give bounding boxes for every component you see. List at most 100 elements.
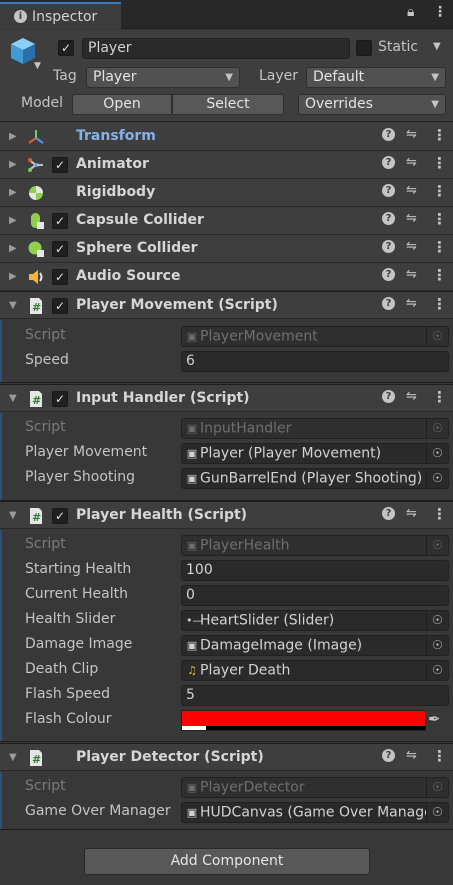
object-picker-icon[interactable]: ☉ — [426, 469, 448, 488]
foldout-collapsed-icon[interactable]: ▶ — [9, 159, 17, 170]
help-icon[interactable]: ? — [382, 240, 395, 253]
overrides-dropdown[interactable]: Overrides ▼ — [298, 94, 446, 115]
help-icon[interactable]: ? — [382, 297, 395, 310]
foldout-expanded-icon[interactable]: ▼ — [9, 510, 17, 521]
current-health-field[interactable]: 0 — [181, 585, 449, 606]
component-enabled-checkbox[interactable]: ✓ — [52, 298, 68, 314]
component-header-sphere-collider[interactable]: ▶ ✓ Sphere Collider ? ⇋ ⋮ — [0, 235, 453, 263]
presets-icon[interactable]: ⇋ — [406, 183, 417, 198]
script-icon: # — [30, 750, 42, 766]
component-enabled-checkbox[interactable]: ✓ — [52, 391, 68, 407]
kebab-menu-icon[interactable]: ⋮ — [432, 154, 447, 172]
layer-dropdown[interactable]: Default ▼ — [306, 67, 446, 88]
object-picker-icon[interactable]: ☉ — [426, 661, 448, 680]
kebab-menu-icon[interactable]: ⋮ — [432, 295, 447, 313]
kebab-menu-icon[interactable]: ⋮ — [432, 388, 447, 406]
component-enabled-checkbox[interactable]: ✓ — [52, 157, 68, 173]
damage-image-field[interactable]: ▣ DamageImage (Image) ☉ — [181, 635, 449, 656]
object-picker-icon[interactable]: ☉ — [426, 611, 448, 630]
kebab-menu-icon[interactable]: ⋮ — [432, 747, 447, 765]
flash-colour-swatch[interactable] — [181, 710, 426, 731]
component-header-capsule-collider[interactable]: ▶ ✓ Capsule Collider ? ⇋ ⋮ — [0, 207, 453, 235]
object-picker-icon[interactable]: ☉ — [426, 803, 448, 822]
lock-icon[interactable]: 🔒︎ — [407, 4, 414, 20]
foldout-collapsed-icon[interactable]: ▶ — [9, 187, 17, 198]
presets-icon[interactable]: ⇋ — [406, 155, 417, 170]
foldout-expanded-icon[interactable]: ▼ — [9, 300, 17, 311]
component-header-audio-source[interactable]: ▶ ✓ Audio Source ? ⇋ ⋮ — [0, 263, 453, 291]
kebab-menu-icon[interactable]: ⋮ — [432, 505, 447, 523]
foldout-collapsed-icon[interactable]: ▶ — [9, 131, 17, 142]
gameobject-name-field[interactable]: Player — [82, 38, 350, 59]
starting-health-field[interactable]: 100 — [181, 560, 449, 581]
flash-speed-field[interactable]: 5 — [181, 685, 449, 706]
help-icon[interactable]: ? — [382, 268, 395, 281]
component-header-rigidbody[interactable]: ▶ Rigidbody ? ⇋ ⋮ — [0, 179, 453, 207]
select-button[interactable]: Select — [172, 94, 284, 115]
kebab-menu-icon[interactable]: ⋮ — [433, 4, 447, 20]
static-dropdown-icon[interactable]: ▼ — [433, 41, 441, 52]
presets-icon[interactable]: ⇋ — [406, 506, 417, 521]
object-picker-icon[interactable]: ☉ — [426, 636, 448, 655]
component-enabled-checkbox[interactable]: ✓ — [52, 508, 68, 524]
help-icon[interactable]: ? — [382, 390, 395, 403]
active-checkbox[interactable]: ✓ — [58, 40, 74, 56]
add-component-button[interactable]: Add Component — [84, 848, 370, 875]
static-checkbox[interactable] — [356, 40, 372, 56]
kebab-menu-icon[interactable]: ⋮ — [432, 210, 447, 228]
presets-icon[interactable]: ⇋ — [406, 267, 417, 282]
speed-field[interactable]: 6 — [181, 351, 449, 372]
foldout-expanded-icon[interactable]: ▼ — [9, 752, 17, 763]
eyedropper-icon[interactable]: ✒ — [428, 710, 441, 728]
component-enabled-checkbox[interactable]: ✓ — [52, 269, 68, 285]
component-enabled-checkbox[interactable]: ✓ — [52, 213, 68, 229]
foldout-collapsed-icon[interactable]: ▶ — [9, 271, 17, 282]
kebab-menu-icon[interactable]: ⋮ — [432, 238, 447, 256]
presets-icon[interactable]: ⇋ — [406, 239, 417, 254]
component-enabled-checkbox[interactable]: ✓ — [52, 241, 68, 257]
presets-icon[interactable]: ⇋ — [406, 748, 417, 763]
game-over-manager-label: Game Over Manager — [25, 803, 171, 819]
help-icon[interactable]: ? — [382, 749, 395, 762]
component-header-animator[interactable]: ▶ ✓ Animator ? ⇋ ⋮ — [0, 151, 453, 179]
kebab-menu-icon[interactable]: ⋮ — [432, 126, 447, 144]
component-header-player-health[interactable]: ▼ # ✓ Player Health (Script) ? ⇋ ⋮ — [0, 501, 453, 529]
image-icon: ▣ — [186, 639, 198, 652]
help-icon[interactable]: ? — [382, 184, 395, 197]
kebab-menu-icon[interactable]: ⋮ — [432, 266, 447, 284]
component-header-input-handler[interactable]: ▼ # ✓ Input Handler (Script) ? ⇋ ⋮ — [0, 384, 453, 412]
help-icon[interactable]: ? — [382, 212, 395, 225]
object-picker-icon[interactable]: ☉ — [426, 444, 448, 463]
svg-text:#: # — [32, 511, 41, 524]
help-icon[interactable]: ? — [382, 156, 395, 169]
component-header-player-movement[interactable]: ▼ # ✓ Player Movement (Script) ? ⇋ ⋮ — [0, 291, 453, 319]
health-slider-field[interactable]: •—HeartSlider (Slider) ☉ — [181, 610, 449, 631]
script-icon: ▣ — [186, 330, 198, 343]
help-icon[interactable]: ? — [382, 128, 395, 141]
foldout-collapsed-icon[interactable]: ▶ — [9, 215, 17, 226]
death-clip-field[interactable]: ♫ Player Death ☉ — [181, 660, 449, 681]
script-icon: ▣ — [186, 539, 198, 552]
component-name: Sphere Collider — [76, 240, 198, 256]
component-header-transform[interactable]: ▶ Transform ? ⇋ ⋮ — [0, 123, 453, 151]
game-over-manager-field[interactable]: ▣ HUDCanvas (Game Over Manager) ☉ — [181, 802, 449, 823]
presets-icon[interactable]: ⇋ — [406, 211, 417, 226]
player-movement-label: Player Movement — [25, 444, 148, 460]
foldout-expanded-icon[interactable]: ▼ — [9, 393, 17, 404]
component-header-player-detector[interactable]: ▼ # Player Detector (Script) ? ⇋ ⋮ — [0, 743, 453, 771]
prefab-cube-icon[interactable] — [9, 36, 37, 66]
icon-dropdown-icon[interactable]: ▼ — [34, 61, 41, 71]
foldout-collapsed-icon[interactable]: ▶ — [9, 243, 17, 254]
help-icon[interactable]: ? — [382, 507, 395, 520]
inspector-tab[interactable]: i Inspector — [0, 2, 121, 29]
open-button[interactable]: Open — [72, 94, 172, 115]
player-shooting-field[interactable]: ▣ GunBarrelEnd (Player Shooting) ☉ — [181, 468, 449, 489]
player-movement-field[interactable]: ▣ Player (Player Movement) ☉ — [181, 443, 449, 464]
presets-icon[interactable]: ⇋ — [406, 127, 417, 142]
override-marker — [0, 320, 2, 382]
tag-dropdown[interactable]: Player ▼ — [86, 67, 240, 88]
presets-icon[interactable]: ⇋ — [406, 296, 417, 311]
presets-icon[interactable]: ⇋ — [406, 389, 417, 404]
script-label: Script — [25, 778, 66, 794]
kebab-menu-icon[interactable]: ⋮ — [432, 182, 447, 200]
